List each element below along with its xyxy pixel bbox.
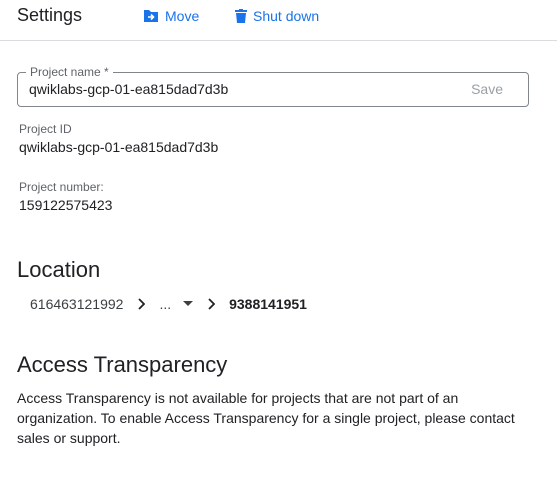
project-id-value: qwiklabs-gcp-01-ea815dad7d3b [19, 139, 219, 155]
move-button-label: Move [165, 8, 200, 24]
location-heading: Location [17, 257, 101, 282]
project-id-label: Project ID [19, 122, 72, 136]
location-breadcrumb: 616463121992 ... 9388141951 [30, 296, 307, 312]
access-transparency-heading: Access Transparency [17, 352, 228, 377]
page-title: Settings [17, 5, 83, 25]
project-number-value: 159122575423 [19, 197, 113, 213]
trash-icon [235, 9, 247, 23]
project-number-label: Project number: [19, 180, 104, 194]
shutdown-button[interactable]: Shut down [235, 8, 319, 24]
project-name-label: Project name * [26, 65, 113, 79]
project-name-input[interactable]: qwiklabs-gcp-01-ea815dad7d3b [29, 81, 228, 97]
breadcrumb-org[interactable]: 616463121992 [30, 296, 123, 312]
arrow-drop-down-icon [183, 301, 194, 307]
breadcrumb-ellipsis: ... [159, 296, 172, 312]
project-name-field[interactable]: Project name * qwiklabs-gcp-01-ea815dad7… [17, 65, 529, 107]
access-transparency-description: Access Transparency is not available for… [17, 390, 515, 446]
move-folder-icon [143, 9, 159, 23]
chevron-right-icon [207, 298, 216, 310]
settings-header: Settings Move Shut down [0, 0, 557, 41]
breadcrumb-folder-dropdown[interactable]: ... [159, 296, 194, 312]
move-button[interactable]: Move [143, 8, 199, 24]
shutdown-button-label: Shut down [253, 8, 320, 24]
breadcrumb-current-project: 9388141951 [229, 296, 307, 312]
chevron-right-icon [137, 298, 146, 310]
save-button[interactable]: Save [471, 81, 503, 97]
